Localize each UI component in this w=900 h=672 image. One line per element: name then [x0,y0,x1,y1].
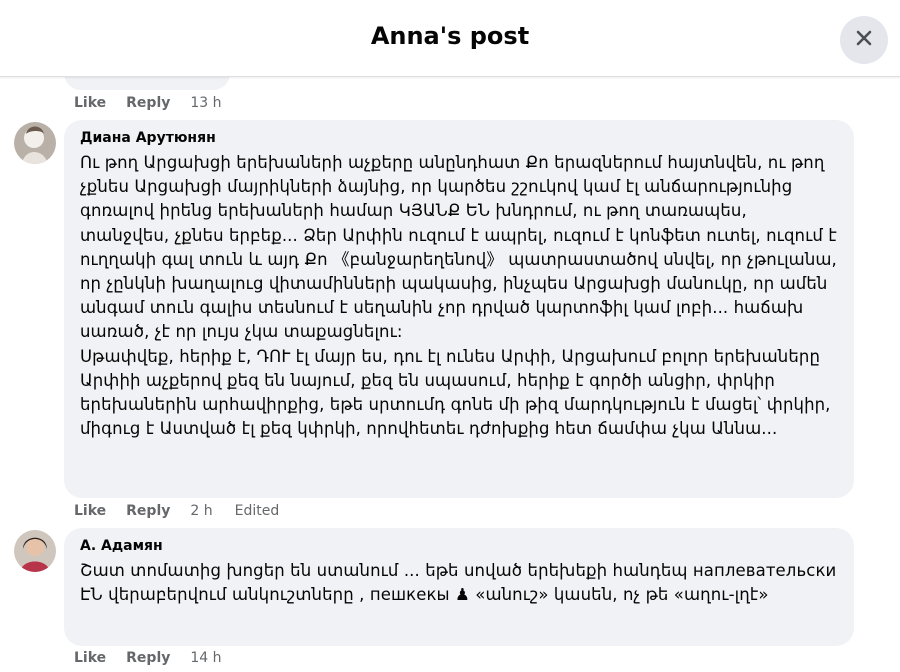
comment-paragraph: Ու թող Արցախցի երեխաների աչքերը անընդհատ… [80,153,837,439]
comment-bubble: А. Адамян Շատ տոմատից խոցեր են ստանում .… [64,528,854,646]
comment-timestamp[interactable]: 14 h [190,650,221,666]
comment-text: Ու թող Արցախցի երեխաների աչքերը անընդհատ… [80,151,840,441]
comment-author[interactable]: А. Адамян [80,538,163,554]
avatar[interactable] [14,530,56,572]
comment-timestamp[interactable]: 13 h [190,95,221,111]
reply-button[interactable]: Reply [126,503,170,519]
comment-text: Շատ տոմատից խոցեր են ստանում ... եթե սով… [80,561,837,605]
avatar[interactable] [14,122,56,164]
like-button[interactable]: Like [74,503,106,519]
like-button[interactable]: Like [74,95,106,111]
comment-timestamp[interactable]: 2 h [190,503,212,519]
comment-author[interactable]: Диана Арутюнян [80,130,216,146]
post-header: Anna's post [0,0,900,77]
edited-label: Edited [234,503,280,519]
reply-button[interactable]: Reply [126,650,170,666]
comment-actions: Like Reply 14 h [74,650,244,666]
comment-actions: Like Reply 2 h Edited [74,503,299,519]
close-button[interactable] [840,16,888,64]
comment-bubble: Диана Арутюнян Ու թող Արցախցի երեխաների … [64,120,854,498]
reply-button[interactable]: Reply [126,95,170,111]
page-title: Anna's post [370,22,530,50]
comment-actions: Like Reply 13 h [74,95,244,111]
close-icon [855,29,873,52]
like-button[interactable]: Like [74,650,106,666]
